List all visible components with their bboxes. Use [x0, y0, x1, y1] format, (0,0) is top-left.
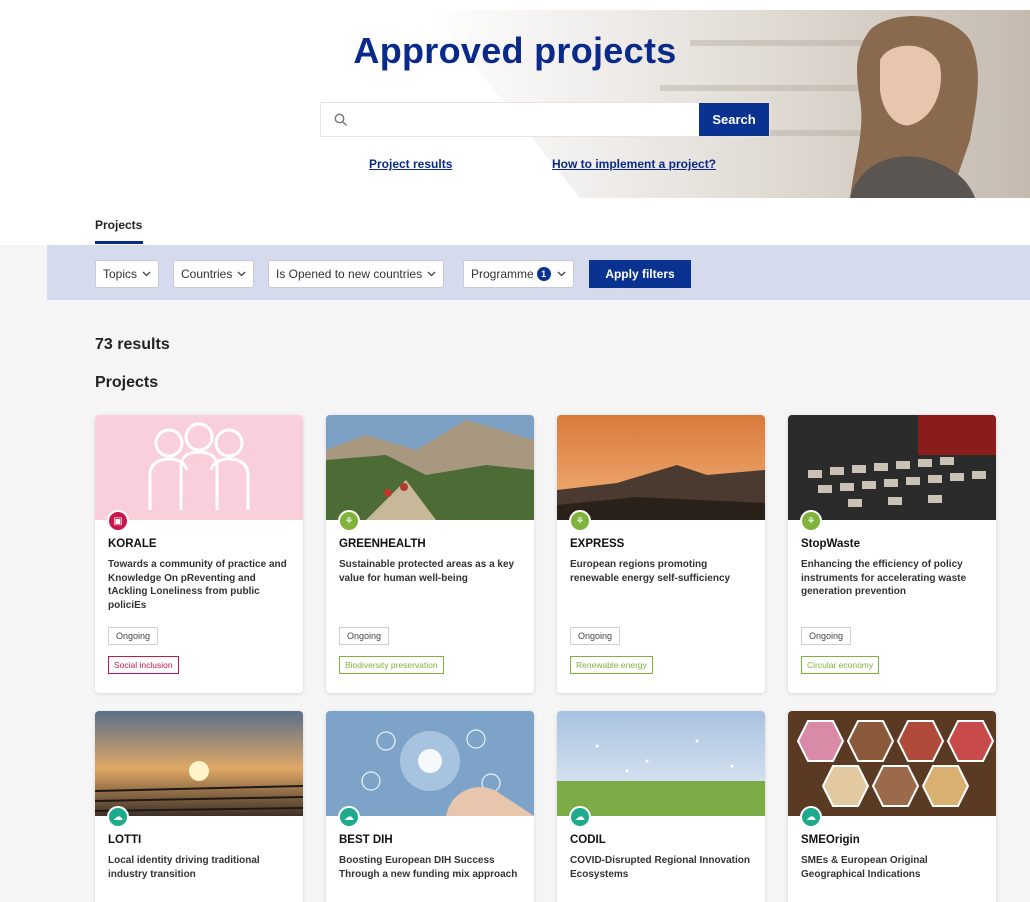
card-status: Ongoing [801, 627, 852, 645]
card-image [326, 711, 534, 816]
card-acronym: EXPRESS [570, 538, 625, 550]
card-acronym: BEST DIH [339, 834, 393, 846]
cloud-icon: ☁ [338, 806, 360, 828]
cloud-icon: ☁ [800, 806, 822, 828]
how-to-implement-link[interactable]: How to implement a project? [552, 157, 716, 171]
card-acronym: SMEOrigin [801, 834, 860, 846]
programme-count-badge: 1 [536, 267, 551, 281]
card-acronym: StopWaste [801, 538, 860, 550]
project-card[interactable]: ▣ KORALE Towards a community of practice… [95, 415, 303, 693]
programme-filter[interactable]: Programme 1 [463, 260, 574, 288]
project-card[interactable]: ☁ LOTTI Local identity driving tradition… [95, 711, 303, 902]
chevron-down-icon [427, 271, 436, 277]
chevron-down-icon [557, 271, 566, 277]
project-results-link[interactable]: Project results [369, 157, 452, 171]
card-image [557, 711, 765, 816]
card-description: European regions promoting renewable ene… [570, 559, 731, 584]
card-status: Ongoing [339, 627, 390, 645]
card-image [557, 415, 765, 520]
opened-filter[interactable]: Is Opened to new countries [268, 260, 445, 288]
card-image [788, 415, 996, 520]
card-topic-tag[interactable]: Circular economy [801, 656, 880, 674]
project-card[interactable]: ⚘ EXPRESS European regions promoting ren… [557, 415, 765, 693]
tab-projects[interactable]: Projects [95, 218, 142, 232]
search-bar: Search [320, 102, 770, 137]
project-card[interactable]: ☁ SMEOrigin SMEs & European Original Geo… [788, 711, 996, 902]
opened-filter-label: Is Opened to new countries [276, 267, 423, 281]
card-topic-tag[interactable]: Biodiversity preservation [339, 656, 444, 674]
card-acronym: LOTTI [108, 834, 142, 846]
project-card[interactable]: ☁ CODIL COVID-Disrupted Regional Innovat… [557, 711, 765, 902]
card-description: Enhancing the efficiency of policy instr… [801, 559, 967, 597]
chevron-down-icon [237, 271, 246, 277]
page-title: Approved projects [353, 30, 677, 71]
windmill-icon: ⚘ [800, 510, 822, 532]
programme-filter-label: Programme [471, 267, 534, 281]
hero-banner: Approved projects Search Project results… [0, 0, 1030, 200]
card-topic-tag[interactable]: Renewable energy [570, 656, 653, 674]
tab-active-indicator [95, 241, 143, 244]
apply-filters-button[interactable]: Apply filters [589, 260, 691, 288]
chevron-down-icon [142, 271, 151, 277]
card-description: Boosting European DIH Success Through a … [339, 855, 518, 880]
card-image [95, 415, 303, 520]
card-acronym: KORALE [108, 538, 157, 550]
search-button[interactable]: Search [699, 103, 769, 136]
card-description: Towards a community of practice and Know… [108, 559, 287, 611]
project-card[interactable]: ⚘ GREENHEALTH Sustainable protected area… [326, 415, 534, 693]
countries-filter[interactable]: Countries [173, 260, 255, 288]
windmill-icon: ⚘ [569, 510, 591, 532]
cloud-icon: ☁ [107, 806, 129, 828]
card-image [788, 711, 996, 816]
card-description: COVID-Disrupted Regional Innovation Ecos… [570, 855, 751, 880]
card-description: Local identity driving traditional indus… [108, 855, 260, 880]
search-input[interactable] [361, 103, 699, 136]
card-status: Ongoing [570, 627, 621, 645]
social-topic-icon: ▣ [107, 510, 129, 532]
card-image [95, 711, 303, 816]
card-description: Sustainable protected areas as a key val… [339, 559, 515, 584]
cloud-icon: ☁ [569, 806, 591, 828]
card-acronym: CODIL [570, 834, 606, 846]
windmill-icon: ⚘ [338, 510, 360, 532]
search-icon [321, 103, 361, 136]
card-description: SMEs & European Original Geographical In… [801, 855, 928, 880]
topics-filter[interactable]: Topics [95, 260, 160, 288]
project-card[interactable]: ⚘ StopWaste Enhancing the efficiency of … [788, 415, 996, 693]
section-title: Projects [95, 374, 159, 391]
tabs-bar: Projects [0, 200, 1030, 245]
countries-filter-label: Countries [181, 267, 233, 281]
card-topic-tag[interactable]: Social inclusion [108, 656, 179, 674]
project-card[interactable]: ☁ BEST DIH Boosting European DIH Success… [326, 711, 534, 902]
topics-filter-label: Topics [103, 267, 138, 281]
card-image [326, 415, 534, 520]
filter-bar: Topics Countries Is Opened to new countr… [47, 245, 1030, 300]
results-count: 73 results [95, 336, 170, 353]
card-acronym: GREENHEALTH [339, 538, 426, 550]
card-status: Ongoing [108, 627, 159, 645]
